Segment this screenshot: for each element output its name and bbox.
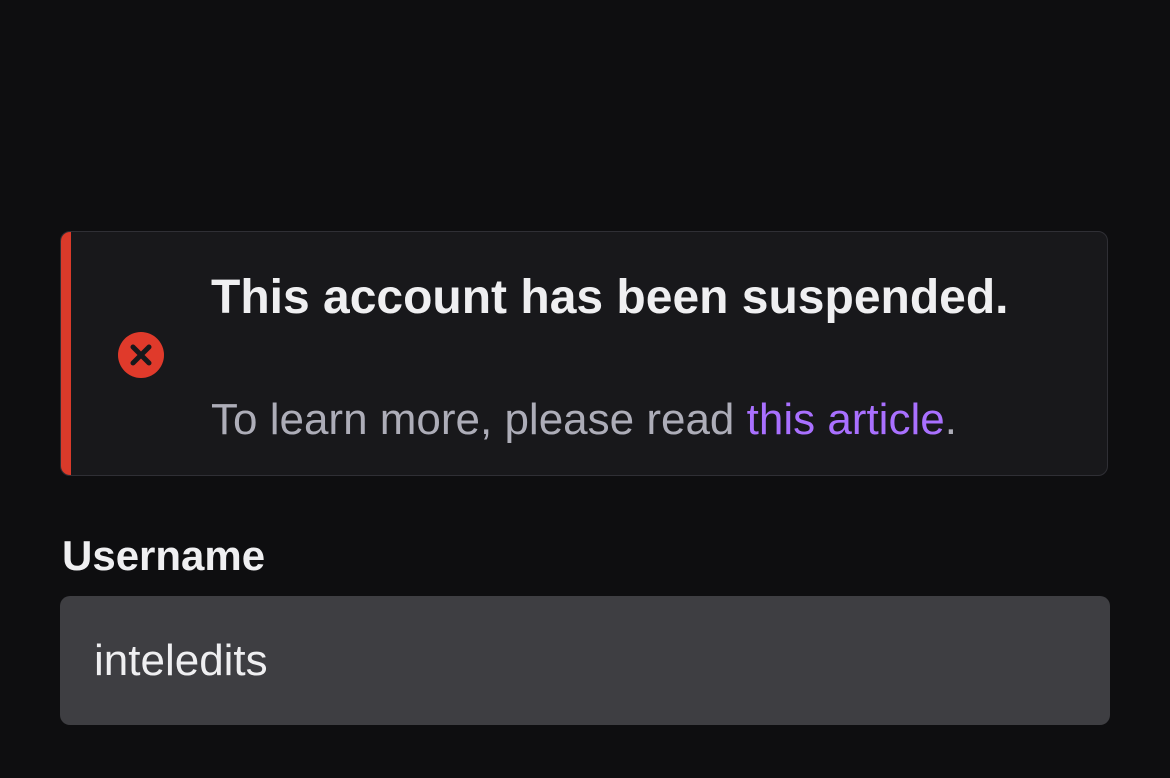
username-input[interactable] [60, 596, 1110, 725]
alert-message-prefix: To learn more, please read [211, 395, 747, 444]
alert-message: To learn more, please read this article. [211, 392, 957, 448]
learn-more-link[interactable]: this article [747, 395, 945, 444]
alert-message-suffix: . [944, 395, 957, 444]
alert-title: This account has been suspended. [211, 271, 1009, 324]
username-label: Username [62, 532, 266, 579]
login-page: This account has been suspended. To lear… [0, 0, 1170, 778]
error-x-circle-icon [117, 331, 165, 379]
suspension-alert: This account has been suspended. To lear… [60, 231, 1108, 476]
alert-accent-stripe [61, 232, 71, 475]
